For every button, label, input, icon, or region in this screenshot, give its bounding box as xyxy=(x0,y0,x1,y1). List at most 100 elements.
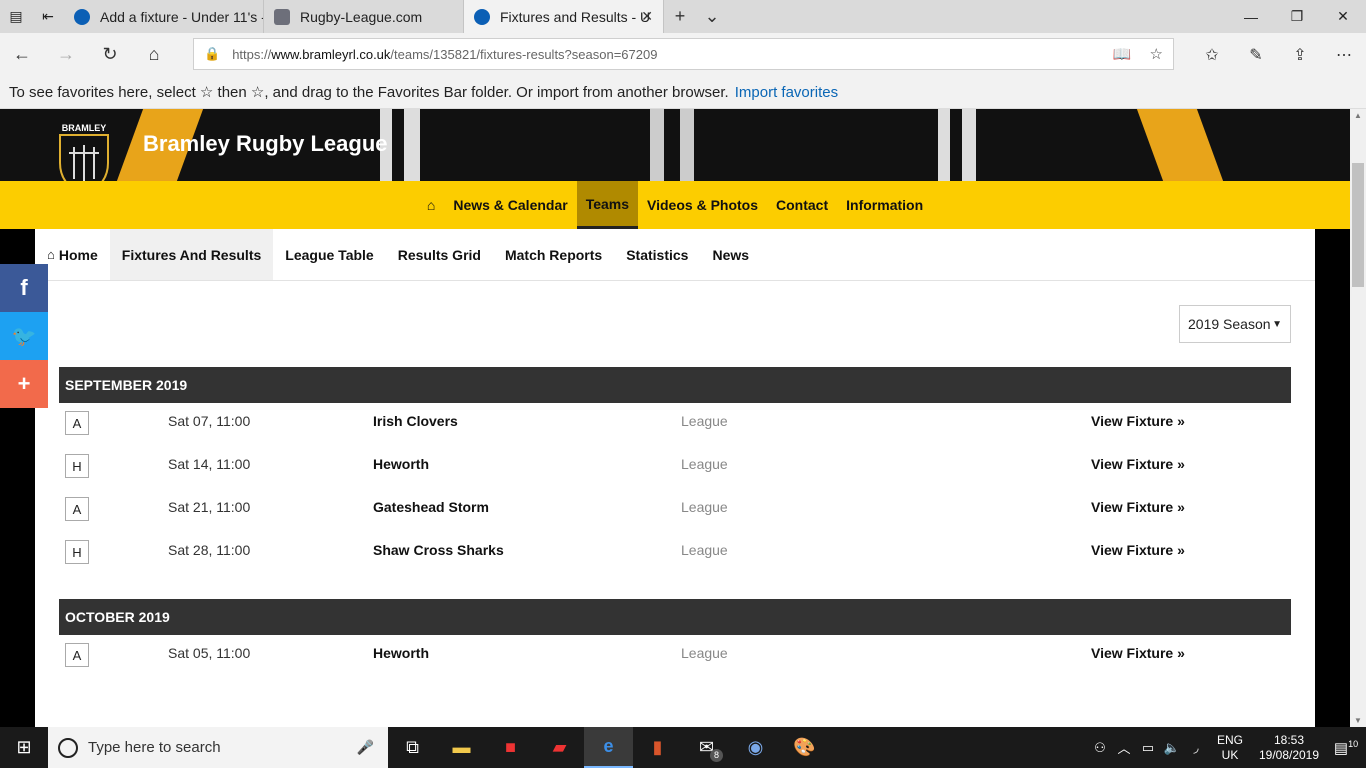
more-icon[interactable]: ⋯ xyxy=(1322,33,1366,76)
volume-icon[interactable]: 🔈 xyxy=(1160,740,1184,756)
url-field[interactable]: 🔒 https://www.bramleyrl.co.uk/teams/1358… xyxy=(193,38,1174,70)
lego-app-icon[interactable]: ▰ xyxy=(535,727,584,768)
close-window-icon[interactable]: ✕ xyxy=(1320,0,1366,33)
back-icon[interactable]: ← xyxy=(0,33,44,76)
nav-teams[interactable]: Teams xyxy=(576,181,639,229)
url-path: /teams/135821/fixtures-results?season=67… xyxy=(390,46,658,62)
windows-start-icon[interactable]: ⊞ xyxy=(0,727,48,768)
notification-count: 10 xyxy=(1348,738,1359,749)
view-fixture-link[interactable]: View Fixture » xyxy=(1091,413,1185,429)
network-icon[interactable]: ◞ xyxy=(1184,740,1208,756)
scroll-down-icon[interactable]: ▼ xyxy=(1350,716,1366,725)
favorites-bar: To see favorites here, select ☆ then ☆, … xyxy=(0,76,1366,109)
facebook-icon[interactable]: f xyxy=(0,264,48,312)
nav-information[interactable]: Information xyxy=(837,181,932,229)
view-fixture-link[interactable]: View Fixture » xyxy=(1091,542,1185,558)
home-away-badge: A xyxy=(65,411,89,435)
season-select[interactable]: 2019 Season ▼ xyxy=(1179,305,1291,343)
tab-actions-icon[interactable]: ▤ xyxy=(0,0,32,33)
clock[interactable]: 18:53 19/08/2019 xyxy=(1252,733,1326,763)
subnav-statistics[interactable]: Statistics xyxy=(614,229,700,280)
favorites-hub-icon[interactable]: ✩ xyxy=(1190,33,1234,76)
tray-chevron-up-icon[interactable]: ︿ xyxy=(1112,738,1136,757)
edge-favicon-icon xyxy=(74,8,90,25)
nav-news-calendar[interactable]: News & Calendar xyxy=(444,181,576,229)
page-scrollbar[interactable]: ▲ ▼ xyxy=(1350,109,1366,727)
fixture-opponent: Heworth xyxy=(373,456,429,472)
home-icon[interactable]: ⌂ xyxy=(132,33,176,76)
nav-home[interactable]: ⌂ xyxy=(418,181,444,229)
fixture-opponent: Shaw Cross Sharks xyxy=(373,542,504,558)
tab-title: Rugby-League.com xyxy=(300,8,423,25)
tab-list-chevron-icon[interactable]: ⌄ xyxy=(696,0,728,33)
browser-tab-3[interactable]: Fixtures and Results - U ✕ xyxy=(464,0,664,33)
refresh-icon[interactable]: ↻ xyxy=(88,33,132,76)
browser-tab-1[interactable]: Add a fixture - Under 11's - xyxy=(64,0,264,33)
file-explorer-icon[interactable]: ▬ xyxy=(437,727,486,768)
forward-icon[interactable]: → xyxy=(44,33,88,76)
windows-taskbar: ⊞ Type here to search 🎤 ⧉ ▬ ■ ▰ e ▮ ✉ 8 ◉… xyxy=(0,727,1366,768)
reader-app-icon[interactable]: ■ xyxy=(486,727,535,768)
fixture-row: A Sat 07, 11:00 Irish Clovers League Vie… xyxy=(59,403,1291,446)
home-away-badge: H xyxy=(65,454,89,478)
lang-region: UK xyxy=(1221,747,1239,762)
site-title[interactable]: Bramley Rugby League xyxy=(143,131,388,157)
view-fixture-link[interactable]: View Fixture » xyxy=(1091,499,1185,515)
fixture-date: Sat 05, 11:00 xyxy=(168,645,251,661)
plus-icon[interactable]: + xyxy=(0,360,48,408)
fixture-date: Sat 07, 11:00 xyxy=(168,413,251,429)
scrollbar-thumb[interactable] xyxy=(1352,163,1364,287)
view-fixture-link[interactable]: View Fixture » xyxy=(1091,456,1185,472)
content-panel: ⌂ Home Fixtures And Results League Table … xyxy=(35,229,1315,727)
url-host: www.bramleyrl.co.uk xyxy=(271,46,391,62)
view-fixture-link[interactable]: View Fixture » xyxy=(1091,645,1185,661)
fixture-competition: League xyxy=(681,413,728,429)
mail-icon[interactable]: ✉ 8 xyxy=(682,727,731,768)
new-tab-icon[interactable]: + xyxy=(664,0,696,33)
notifications-icon[interactable]: ▤10 xyxy=(1326,739,1366,757)
subnav-match-reports[interactable]: Match Reports xyxy=(493,229,614,280)
web-note-icon[interactable]: ✎ xyxy=(1234,33,1278,76)
fixture-date: Sat 14, 11:00 xyxy=(168,456,251,472)
minimize-icon[interactable]: — xyxy=(1228,0,1274,33)
fixture-competition: League xyxy=(681,456,728,472)
browser-tab-bar: ▤ ⇤ Add a fixture - Under 11's - Rugby-L… xyxy=(0,0,1366,33)
reading-view-icon[interactable]: 📖 xyxy=(1113,45,1132,63)
club-logo[interactable]: BRAMLEY xyxy=(52,119,116,181)
url-prefix: https:// xyxy=(232,46,272,62)
people-icon[interactable]: ⚇ xyxy=(1088,740,1112,756)
nav-videos-photos[interactable]: Videos & Photos xyxy=(638,181,767,229)
month-heading: OCTOBER 2019 xyxy=(59,599,1291,635)
powerpoint-icon[interactable]: ▮ xyxy=(633,727,682,768)
subnav-news[interactable]: News xyxy=(700,229,761,280)
fixture-competition: League xyxy=(681,645,728,661)
paint-icon[interactable]: 🎨 xyxy=(780,727,829,768)
task-view-icon[interactable]: ⧉ xyxy=(388,727,437,768)
search-placeholder: Type here to search xyxy=(88,739,221,756)
home-icon: ⌂ xyxy=(426,197,436,213)
rugby-league-favicon-icon xyxy=(274,8,290,25)
fixture-opponent: Heworth xyxy=(373,645,429,661)
share-icon[interactable]: ⇪ xyxy=(1278,33,1322,76)
taskbar-search[interactable]: Type here to search 🎤 xyxy=(48,727,388,768)
subnav-results-grid[interactable]: Results Grid xyxy=(386,229,493,280)
import-favorites-link[interactable]: Import favorites xyxy=(735,84,838,101)
edge-browser-icon[interactable]: e xyxy=(584,727,633,768)
subnav-league-table[interactable]: League Table xyxy=(273,229,385,280)
system-tray: ⚇ ︿ ▭ 🔈 ◞ ENG UK 18:53 19/08/2019 ▤10 xyxy=(1088,727,1366,768)
twitter-icon[interactable]: 🐦 xyxy=(0,312,48,360)
restore-icon[interactable]: ❐ xyxy=(1274,0,1320,33)
month-heading: SEPTEMBER 2019 xyxy=(59,367,1291,403)
subnav-fixtures-results[interactable]: Fixtures And Results xyxy=(109,229,274,280)
media-app-icon[interactable]: ◉ xyxy=(731,727,780,768)
browser-tab-2[interactable]: Rugby-League.com xyxy=(264,0,464,33)
battery-icon[interactable]: ▭ xyxy=(1136,740,1160,756)
close-tab-icon[interactable]: ✕ xyxy=(641,8,653,25)
set-tabs-aside-icon[interactable]: ⇤ xyxy=(32,0,64,33)
microphone-icon[interactable]: 🎤 xyxy=(357,739,374,756)
address-bar-row: ← → ↻ ⌂ 🔒 https://www.bramleyrl.co.uk/te… xyxy=(0,33,1366,76)
favorite-star-icon[interactable]: ☆ xyxy=(1150,45,1163,63)
language-indicator[interactable]: ENG UK xyxy=(1208,733,1252,763)
nav-contact[interactable]: Contact xyxy=(767,181,837,229)
scroll-up-icon[interactable]: ▲ xyxy=(1350,111,1366,120)
